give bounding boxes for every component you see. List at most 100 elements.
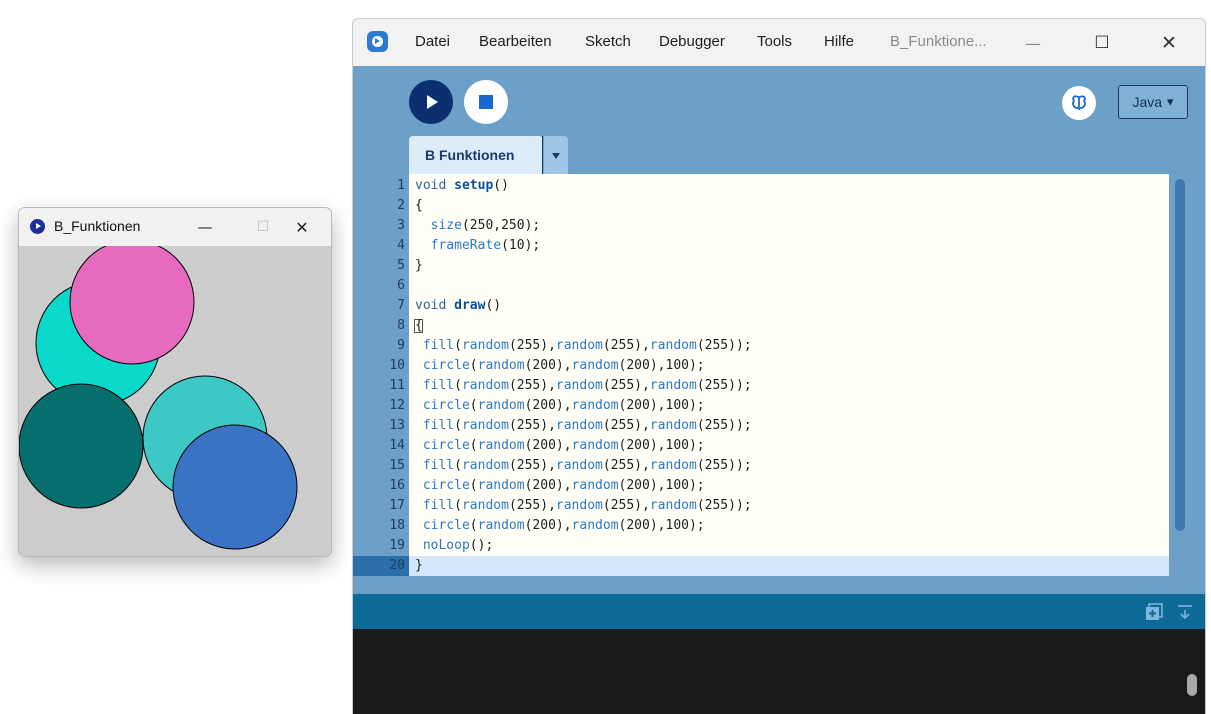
code-line[interactable]: }: [415, 256, 423, 276]
code-token: circle: [422, 478, 470, 493]
code-token: (250,250);: [461, 218, 541, 233]
sketch-window: B_Funktionen — ☐ ✕: [18, 207, 332, 557]
maximize-button[interactable]: ☐: [1087, 28, 1117, 58]
code-line[interactable]: circle(random(200),random(200),100);: [415, 436, 705, 456]
console-scrollbar-thumb[interactable]: [1187, 674, 1197, 696]
current-line-highlight: [409, 556, 1169, 576]
line-number: 3: [397, 218, 405, 233]
code-token: random: [477, 478, 525, 493]
code-token: (255));: [696, 338, 752, 353]
code-line[interactable]: {: [415, 316, 423, 336]
code-line[interactable]: fill(random(255),random(255),random(255)…: [415, 336, 752, 356]
scroll-down-icon[interactable]: [1176, 603, 1194, 621]
code-token: }: [415, 258, 423, 273]
code-line[interactable]: fill(random(255),random(255),random(255)…: [415, 496, 752, 516]
code-token: (: [454, 498, 462, 513]
line-number: 7: [397, 298, 405, 313]
line-number-gutter: 1 2 3 4 5 6 7 8 9 10 11 12 13 14 15 16 17 18 19 20: [353, 174, 409, 576]
code-editor[interactable]: void setup(){ size(250,250); frameRate(1…: [409, 174, 1169, 576]
code-token: }: [415, 558, 423, 573]
circle-3: [19, 383, 144, 509]
code-token: (255));: [696, 498, 752, 513]
code-token: fill: [422, 498, 455, 513]
stop-button[interactable]: [464, 80, 508, 124]
code-token: random: [461, 458, 509, 473]
editor-scrollbar-thumb[interactable]: [1175, 179, 1185, 531]
code-token: (200),100);: [618, 398, 705, 413]
code-line[interactable]: noLoop();: [415, 536, 493, 556]
code-token: (255),: [508, 338, 556, 353]
code-line[interactable]: {: [415, 196, 423, 216]
sketch-drawing: [19, 246, 298, 550]
code-line[interactable]: void setup(): [415, 176, 509, 196]
code-line[interactable]: circle(random(200),random(200),100);: [415, 396, 705, 416]
code-token: random: [571, 518, 619, 533]
line-number: 8: [397, 318, 405, 333]
ide-window: Datei Bearbeiten Sketch Debugger Tools H…: [352, 18, 1206, 714]
code-token: (255));: [696, 458, 752, 473]
code-line[interactable]: void draw(): [415, 296, 501, 316]
code-token: (200),100);: [618, 478, 705, 493]
code-line[interactable]: size(250,250);: [415, 216, 541, 236]
menu-tools[interactable]: Tools: [757, 33, 792, 50]
mode-selector[interactable]: Java ▾: [1118, 85, 1188, 119]
sketch-canvas[interactable]: [19, 246, 331, 556]
sketch-title-bar[interactable]: B_Funktionen — ☐ ✕: [19, 208, 331, 246]
code-line[interactable]: circle(random(200),random(200),100);: [415, 516, 705, 536]
code-line[interactable]: }: [415, 556, 423, 576]
code-token: random: [461, 418, 509, 433]
menu-debugger[interactable]: Debugger: [659, 33, 725, 50]
close-button[interactable]: ✕: [288, 213, 316, 241]
line-number: 1: [397, 178, 405, 193]
code-token: random: [461, 498, 509, 513]
line-number: 2: [397, 198, 405, 213]
run-button[interactable]: [409, 80, 453, 124]
chevron-down-icon: ▾: [1167, 94, 1174, 109]
line-number: 19: [389, 538, 405, 553]
code-token: (: [469, 398, 478, 413]
code-token: random: [477, 358, 525, 373]
code-token: noLoop: [422, 538, 470, 553]
code-line[interactable]: circle(random(200),random(200),100);: [415, 356, 705, 376]
minimize-button[interactable]: —: [1018, 28, 1048, 58]
code-token: random: [555, 378, 603, 393]
line-number: 6: [397, 278, 405, 293]
menu-bar: Datei Bearbeiten Sketch Debugger Tools H…: [353, 19, 1205, 66]
code-token: (255),: [508, 378, 556, 393]
code-line[interactable]: frameRate(10);: [415, 236, 541, 256]
circle-5: [172, 424, 298, 550]
code-line[interactable]: circle(random(200),random(200),100);: [415, 476, 705, 496]
code-token: circle: [422, 438, 470, 453]
code-line[interactable]: fill(random(255),random(255),random(255)…: [415, 376, 752, 396]
code-token: fill: [422, 338, 455, 353]
maximize-button[interactable]: ☐: [249, 213, 277, 241]
code-token: draw: [454, 298, 486, 313]
code-token: frameRate: [430, 238, 502, 253]
tab-menu-button[interactable]: [544, 136, 568, 174]
code-line[interactable]: fill(random(255),random(255),random(255)…: [415, 416, 752, 436]
menu-sketch[interactable]: Sketch: [585, 33, 631, 50]
console-header: [353, 594, 1205, 629]
sketch-window-title: B_Funktionen: [54, 218, 141, 234]
editor-footer: [353, 576, 1205, 594]
tab-b-funktionen[interactable]: B Funktionen: [409, 136, 543, 174]
minimize-button[interactable]: —: [191, 213, 219, 241]
debugger-button[interactable]: [1062, 86, 1096, 120]
code-token: (200),100);: [618, 358, 705, 373]
console-area[interactable]: [353, 629, 1205, 714]
menu-bearbeiten[interactable]: Bearbeiten: [479, 33, 552, 50]
code-token: (: [469, 518, 478, 533]
close-button[interactable]: ✕: [1154, 28, 1184, 58]
add-console-icon[interactable]: [1145, 603, 1163, 621]
code-line[interactable]: fill(random(255),random(255),random(255)…: [415, 456, 752, 476]
menu-hilfe[interactable]: Hilfe: [824, 33, 854, 50]
menu-datei[interactable]: Datei: [415, 33, 450, 50]
code-token: (255),: [602, 338, 650, 353]
